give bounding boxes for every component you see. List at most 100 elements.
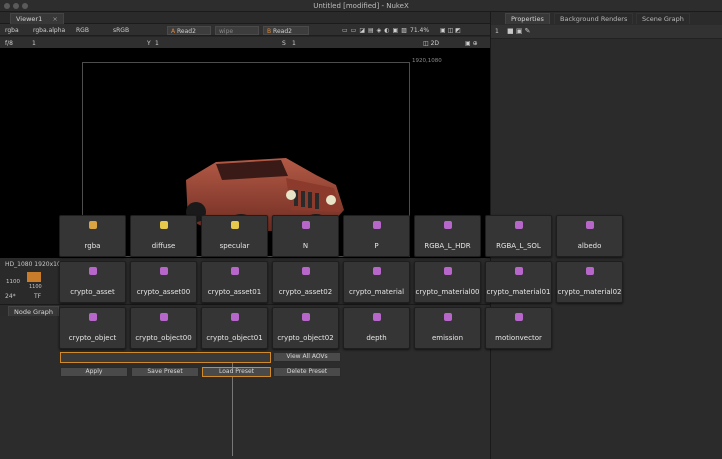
aov-label: depth (366, 334, 387, 342)
window-title: Untitled [modified] - NukeX (313, 2, 409, 10)
alpha-channel-select[interactable]: rgba.alpha (33, 26, 65, 35)
aov-icon (372, 313, 381, 321)
tab-scene-graph[interactable]: Scene Graph (636, 13, 690, 24)
s-label: S (282, 40, 286, 47)
aov-label: crypto_object00 (135, 334, 192, 342)
aov-icon (372, 221, 381, 229)
aov-button-crypto-material02[interactable]: crypto_material02 (556, 261, 623, 303)
view-all-aovs-button[interactable]: View All AOVs (273, 352, 341, 362)
aov-button-diffuse[interactable]: diffuse (130, 215, 197, 257)
format-size-label: 1920,1080 (412, 58, 442, 64)
aov-icon (372, 267, 381, 275)
wipe-select[interactable]: wipe (215, 26, 259, 35)
tf-field[interactable]: TF (34, 293, 41, 300)
aov-button-crypto-object[interactable]: crypto_object (59, 307, 126, 349)
camera-icon: ◫ (423, 40, 431, 47)
aov-label: albedo (577, 242, 602, 250)
aov-button-rgba-l-hdr[interactable]: RGBA_L_HDR (414, 215, 481, 257)
properties-count: 1 (495, 28, 499, 35)
aov-label: motionvector (495, 334, 542, 342)
properties-tool-icons[interactable]: ■ ▣ ✎ (507, 27, 531, 35)
viewer-settings-icons[interactable]: ▣ ⊕ (465, 39, 478, 48)
aov-icon (443, 313, 452, 321)
frame-field[interactable]: f/8 (5, 39, 13, 48)
input-a-icon: A (171, 28, 176, 35)
aov-button-crypto-asset01[interactable]: crypto_asset01 (201, 261, 268, 303)
aov-icon (301, 267, 310, 275)
timeline-playhead[interactable] (27, 272, 41, 282)
tab-scene-graph-label: Scene Graph (642, 15, 684, 23)
save-preset-button[interactable]: Save Preset (131, 367, 199, 377)
aov-icon (159, 267, 168, 275)
aov-button-n[interactable]: N (272, 215, 339, 257)
aov-label: RGBA_L_SOL (496, 242, 541, 250)
aov-button-crypto-object02[interactable]: crypto_object02 (272, 307, 339, 349)
s-value[interactable]: 1 (292, 39, 296, 48)
aov-button-crypto-asset02[interactable]: crypto_asset02 (272, 261, 339, 303)
input-b-label: Read2 (273, 28, 292, 35)
aov-icon (159, 221, 168, 229)
aov-button-crypto-material[interactable]: crypto_material (343, 261, 410, 303)
timeline-start[interactable]: 1100 (6, 279, 20, 285)
frame-value[interactable]: 1 (32, 39, 36, 48)
aov-label: rgba (84, 242, 101, 250)
delete-preset-button[interactable]: Delete Preset (273, 367, 341, 377)
aov-label: diffuse (151, 242, 176, 250)
close-icon[interactable]: × (52, 15, 57, 23)
input-b-select[interactable]: B Read2 (263, 26, 309, 35)
viewer-toolbar-top: rgba rgba.alpha RGB sRGB A Read2 wipe B … (0, 24, 490, 36)
colorspace-mode-select[interactable]: RGB (76, 26, 89, 35)
load-preset-button[interactable]: Load Preset (202, 367, 271, 377)
tab-viewer1-label: Viewer1 (16, 15, 43, 23)
aov-icon (230, 313, 239, 321)
input-b-icon: B (267, 28, 272, 35)
aov-button-specular[interactable]: specular (201, 215, 268, 257)
aov-label: crypto_object01 (206, 334, 263, 342)
tab-viewer1[interactable]: Viewer1 × (10, 13, 64, 24)
aov-button-crypto-asset[interactable]: crypto_asset (59, 261, 126, 303)
tab-background-renders[interactable]: Background Renders (554, 13, 634, 24)
viewer-tabstrip: Viewer1 × (0, 12, 490, 24)
aov-icon (88, 313, 97, 321)
aov-label: RGBA_L_HDR (424, 242, 471, 250)
aov-label: crypto_asset01 (207, 288, 262, 296)
aov-button-p[interactable]: P (343, 215, 410, 257)
aov-button-crypto-object00[interactable]: crypto_object00 (130, 307, 197, 349)
aov-button-rgba[interactable]: rgba (59, 215, 126, 257)
viewer-extra-icons[interactable]: ▣ ◫ ◩ (440, 26, 461, 35)
channels-select[interactable]: rgba (5, 26, 19, 35)
tab-properties[interactable]: Properties (505, 13, 550, 24)
aov-button-depth[interactable]: depth (343, 307, 410, 349)
tab-node-graph-label: Node Graph (14, 308, 53, 316)
fps-field[interactable]: 24* (5, 293, 16, 300)
apply-button[interactable]: Apply (60, 367, 128, 377)
aov-button-motionvector[interactable]: motionvector (485, 307, 552, 349)
tab-properties-label: Properties (511, 15, 544, 23)
timeline-mark: 1100 (29, 284, 42, 290)
lut-select[interactable]: sRGB (113, 26, 129, 35)
aov-button-emission[interactable]: emission (414, 307, 481, 349)
y-value[interactable]: 1 (155, 39, 159, 48)
aov-panel: rgba diffuse specular N P RGBA_L_HDR RGBA_L_SO… (56, 212, 630, 353)
aov-icon (514, 221, 523, 229)
aov-button-albedo[interactable]: albedo (556, 215, 623, 257)
aov-button-crypto-material00[interactable]: crypto_material00 (414, 261, 481, 303)
input-a-select[interactable]: A Read2 (167, 26, 211, 35)
view-mode-select[interactable]: ◫ 2D (423, 39, 439, 48)
aov-label: crypto_asset02 (278, 288, 333, 296)
aov-button-crypto-material01[interactable]: crypto_material01 (485, 261, 552, 303)
zoom-level[interactable]: 71.4% (410, 26, 429, 35)
aov-button-crypto-object01[interactable]: crypto_object01 (201, 307, 268, 349)
properties-toolbar: 1 ■ ▣ ✎ (491, 25, 722, 39)
aov-label: N (302, 242, 309, 250)
aov-icon (230, 221, 239, 229)
viewer-tool-icons[interactable]: ▭▭◪▤◈◐▣▨ (342, 26, 410, 35)
view-mode-label: 2D (430, 40, 440, 47)
aov-button-crypto-asset00[interactable]: crypto_asset00 (130, 261, 197, 303)
aov-button-rgba-l-sol[interactable]: RGBA_L_SOL (485, 215, 552, 257)
window-titlebar: Untitled [modified] - NukeX (0, 0, 722, 12)
aov-icon (585, 221, 594, 229)
aov-icon (443, 267, 452, 275)
preset-name-input[interactable] (60, 352, 271, 363)
aov-label: crypto_material02 (557, 288, 622, 296)
